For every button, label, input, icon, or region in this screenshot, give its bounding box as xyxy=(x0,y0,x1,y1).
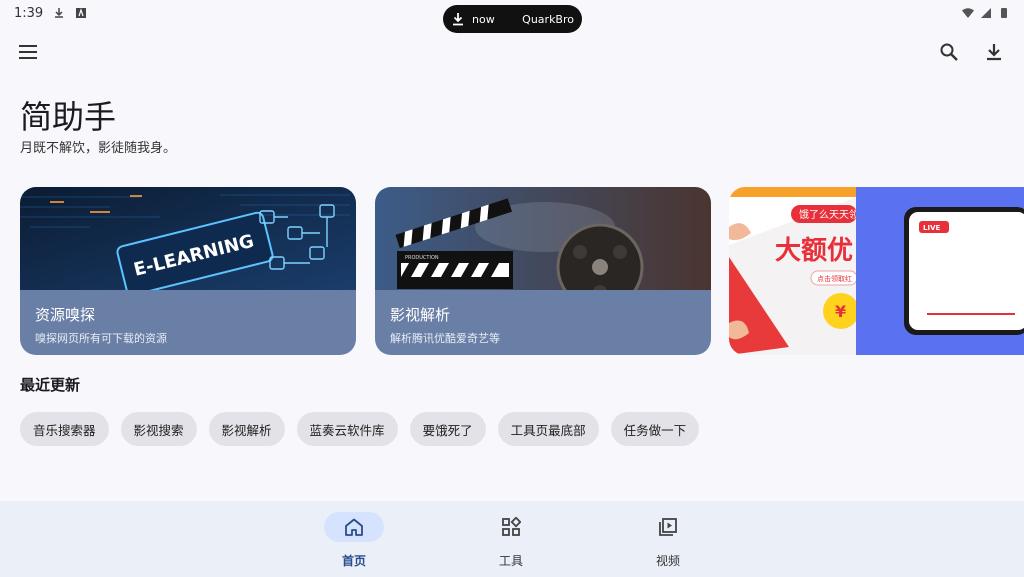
card-band: 资源嗅探 嗅探网页所有可下载的资源 xyxy=(20,290,356,355)
card-title: 影视解析 xyxy=(390,306,451,324)
card-video-parse[interactable]: PRODUCTION 影视解析 解析腾讯优酷爱奇艺等 xyxy=(375,187,711,355)
chip-music-search[interactable]: 音乐搜索器 xyxy=(20,412,109,446)
notification-app: QuarkBro xyxy=(522,12,574,26)
card-band: 影视解析 解析腾讯优酷爱奇艺等 xyxy=(375,290,711,355)
coin-text: ¥ xyxy=(835,302,846,321)
promo-small-text: 点击领取红 xyxy=(817,274,852,283)
chip-tools-bottom[interactable]: 工具页最底部 xyxy=(497,412,599,446)
nav-indicator xyxy=(638,512,698,542)
promo-big-text: 大额优 xyxy=(775,236,853,266)
video-library-icon xyxy=(659,518,677,536)
promo-top-text: 饿了么天天领 xyxy=(799,208,859,221)
nav-indicator xyxy=(324,512,384,542)
nav-video-label: 视频 xyxy=(655,554,680,568)
production-text: PRODUCTION xyxy=(405,255,439,261)
promo-banner-image: 饿了么天天领 大额优 点击领取红 ¥ LIVE xyxy=(729,187,1024,355)
nav-indicator xyxy=(481,512,541,542)
live-badge: LIVE xyxy=(923,224,940,232)
e-learning-image: E-LEARNING xyxy=(20,187,356,290)
download-button[interactable] xyxy=(980,38,1008,66)
chip-hungry[interactable]: 要饿死了 xyxy=(409,412,486,446)
widgets-icon xyxy=(502,517,521,536)
nav-tools-label: 工具 xyxy=(498,554,523,568)
search-icon xyxy=(940,43,958,61)
page-title: 简助手 xyxy=(20,98,117,136)
chip-task[interactable]: 任务做一下 xyxy=(610,412,700,446)
download-status-icon xyxy=(55,8,64,18)
bottom-navigation: 首页 工具 视频 xyxy=(0,501,1024,577)
download-icon xyxy=(987,44,1001,61)
menu-icon xyxy=(19,45,37,59)
home-icon xyxy=(345,518,363,536)
nav-tools[interactable]: 工具 xyxy=(471,501,551,577)
film-production-image: PRODUCTION xyxy=(375,187,711,290)
nav-home[interactable]: 首页 xyxy=(314,501,394,577)
app-bar xyxy=(0,38,1024,68)
chip-video-parse[interactable]: 影视解析 xyxy=(208,412,285,446)
chip-lanzou-library[interactable]: 蓝奏云软件库 xyxy=(296,412,398,446)
nav-video[interactable]: 视频 xyxy=(628,501,708,577)
download-notification[interactable]: now QuarkBro xyxy=(443,5,582,33)
wifi-icon xyxy=(962,8,974,18)
chip-video-search[interactable]: 影视搜索 xyxy=(120,412,197,446)
card-subtitle: 解析腾讯优酷爱奇艺等 xyxy=(390,332,500,345)
card-subtitle: 嗅探网页所有可下载的资源 xyxy=(35,332,167,345)
menu-button[interactable] xyxy=(14,38,42,66)
download-icon xyxy=(453,13,463,26)
search-button[interactable] xyxy=(935,38,963,66)
card-promo-banner[interactable]: 饿了么天天领 大额优 点击领取红 ¥ LIVE xyxy=(729,187,1024,355)
recent-updates-title: 最近更新 xyxy=(20,376,81,394)
status-time: 1:39 xyxy=(14,5,44,21)
page-subtitle: 月既不解饮，影徒随我身。 xyxy=(20,141,177,156)
battery-icon xyxy=(1001,8,1007,18)
card-resource-sniff[interactable]: E-LEARNING 资源嗅探 嗅探网页所有可下载的资源 xyxy=(20,187,356,355)
card-title: 资源嗅探 xyxy=(35,306,96,324)
notification-status: now xyxy=(472,12,495,26)
recent-chips: 音乐搜索器 影视搜索 影视解析 蓝奏云软件库 要饿死了 工具页最底部 任务做一下 xyxy=(20,412,700,446)
app-status-icon xyxy=(76,8,87,18)
nav-home-label: 首页 xyxy=(341,554,366,568)
signal-icon xyxy=(981,8,991,18)
